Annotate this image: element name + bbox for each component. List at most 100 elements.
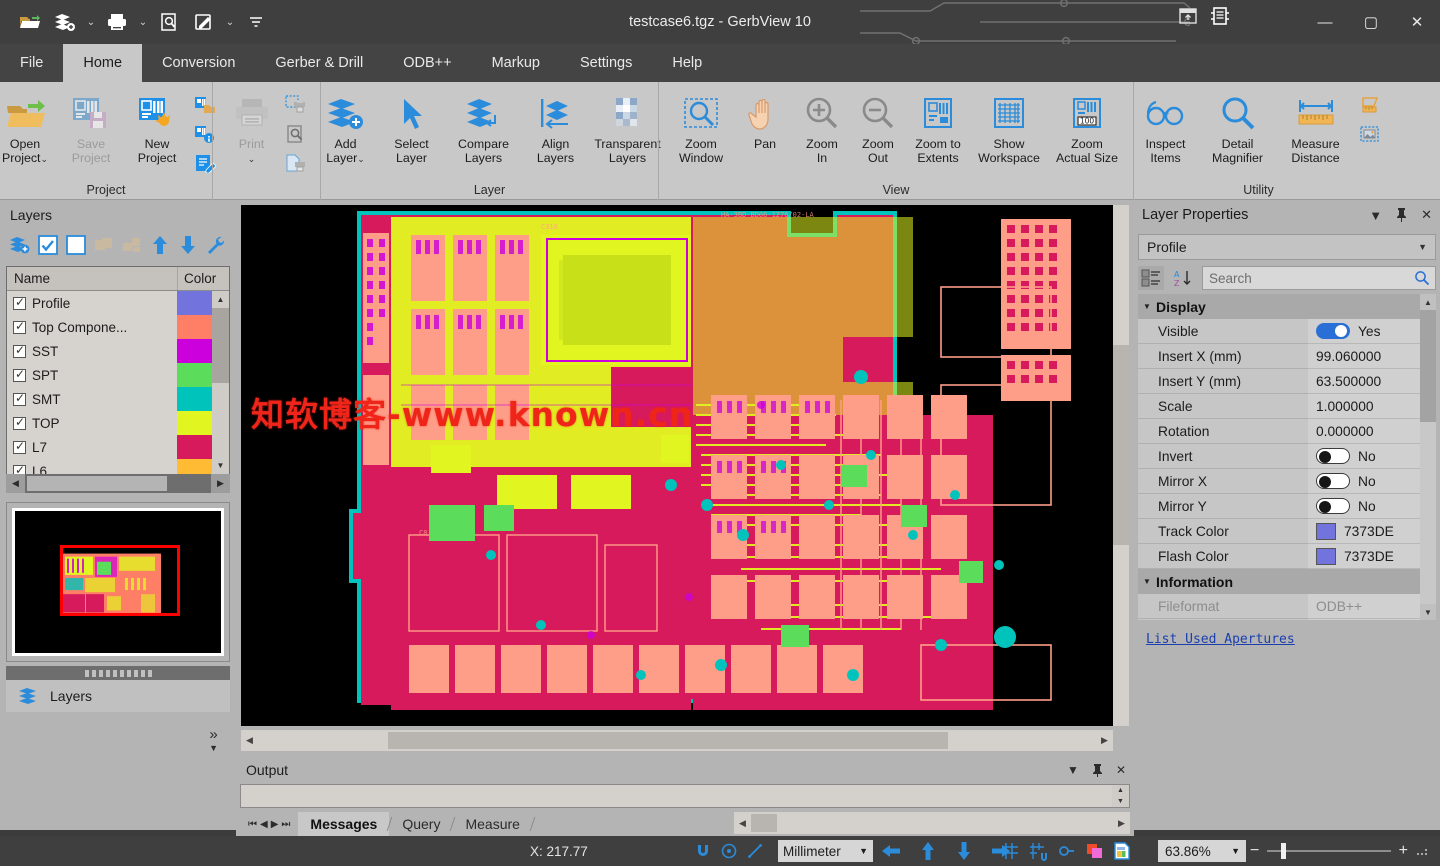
categorize-icon[interactable] bbox=[1138, 266, 1164, 290]
property-vertical-scrollbar[interactable]: ▲ ▼ bbox=[1420, 294, 1436, 620]
table-row[interactable]: L6 bbox=[7, 459, 229, 474]
nav-first-icon[interactable]: ⏮ bbox=[248, 819, 257, 830]
ribbon-display-options-icon[interactable] bbox=[1178, 7, 1198, 25]
measure-distance-button[interactable]: Measure Distance bbox=[1277, 87, 1355, 173]
property-value[interactable]: 63.500000 bbox=[1308, 369, 1436, 394]
property-row-visible[interactable]: Visible Yes bbox=[1138, 319, 1436, 344]
nav-prev-icon[interactable]: ◀ bbox=[260, 819, 268, 830]
layer-visible-checkbox[interactable] bbox=[13, 415, 26, 430]
hide-all-layers-icon[interactable] bbox=[64, 233, 88, 257]
tab-settings[interactable]: Settings bbox=[560, 44, 652, 82]
property-row-rotation[interactable]: Rotation 0.000000 bbox=[1138, 419, 1436, 444]
property-section-information[interactable]: ▼ Information bbox=[1138, 569, 1436, 594]
zoom-to-extents-button[interactable]: Zoom to Extents bbox=[906, 87, 970, 173]
arrow-left-icon[interactable] bbox=[880, 841, 902, 861]
chevron-down-icon[interactable]: ▼ bbox=[859, 846, 868, 856]
collapse-triangle-icon[interactable]: ▼ bbox=[1138, 302, 1156, 311]
property-value[interactable]: No bbox=[1308, 469, 1436, 494]
close-button[interactable]: ✕ bbox=[1394, 0, 1440, 44]
print-to-file-icon[interactable] bbox=[281, 149, 311, 176]
chevron-down-icon[interactable]: ⌄ bbox=[84, 6, 98, 38]
transparent-layers-button[interactable]: Transparent Layers bbox=[589, 87, 667, 173]
table-row[interactable]: Profile bbox=[7, 291, 229, 315]
output-horizontal-scrollbar[interactable]: ◀ ▶ bbox=[734, 812, 1130, 834]
property-value[interactable]: Yes bbox=[1308, 319, 1436, 344]
table-row[interactable]: L7 bbox=[7, 435, 229, 459]
zoom-slider[interactable]: − + bbox=[1250, 836, 1430, 866]
scroll-right-icon[interactable]: ▶ bbox=[211, 474, 230, 493]
open-project-icon[interactable] bbox=[14, 6, 46, 38]
add-layer-icon[interactable] bbox=[49, 6, 81, 38]
table-row[interactable]: TOP bbox=[7, 411, 229, 435]
list-used-apertures-link[interactable]: List Used Apertures bbox=[1138, 624, 1436, 654]
pcb-canvas[interactable]: HA-3BD-BD06-1276/02-LA C310 C8 知软博客-www.… bbox=[241, 205, 1113, 726]
print-preview-icon[interactable] bbox=[153, 6, 185, 38]
markup-icon[interactable] bbox=[188, 6, 220, 38]
zoom-slider-thumb[interactable] bbox=[1281, 843, 1287, 859]
panel-resize-grip[interactable] bbox=[6, 666, 230, 680]
property-row-track-color[interactable]: Track Color 7373DE bbox=[1138, 519, 1436, 544]
search-icon[interactable] bbox=[1414, 270, 1430, 286]
property-value[interactable]: No bbox=[1308, 494, 1436, 519]
close-icon[interactable]: ✕ bbox=[1421, 207, 1432, 223]
nav-last-icon[interactable]: ⏭ bbox=[281, 819, 290, 830]
tab-help[interactable]: Help bbox=[652, 44, 722, 82]
chevron-down-icon[interactable]: ⌄ bbox=[248, 154, 256, 164]
save-project-button[interactable]: Save Project bbox=[58, 87, 124, 173]
tab-conversion[interactable]: Conversion bbox=[142, 44, 255, 82]
viewport-indicator[interactable] bbox=[60, 545, 180, 617]
flash-color-swatch[interactable] bbox=[1316, 547, 1336, 565]
collapse-triangle-icon[interactable]: ▼ bbox=[1138, 577, 1156, 586]
bottom-tab-layers[interactable]: Layers bbox=[6, 680, 230, 712]
layer-visible-checkbox[interactable] bbox=[13, 463, 26, 474]
layer-preview-icon[interactable] bbox=[1112, 841, 1134, 861]
scrollbar-thumb[interactable] bbox=[27, 476, 167, 491]
pan-button[interactable]: Pan bbox=[736, 87, 794, 173]
tab-measure[interactable]: Measure bbox=[453, 812, 531, 836]
scroll-left-icon[interactable]: ◀ bbox=[734, 812, 751, 834]
arrow-down-icon[interactable] bbox=[954, 840, 974, 862]
close-icon[interactable]: ✕ bbox=[1116, 763, 1126, 777]
compare-layers-button[interactable]: Compare Layers bbox=[445, 87, 523, 173]
zoom-level-dropdown[interactable]: 63.86% ▼ bbox=[1158, 840, 1246, 862]
scroll-up-icon[interactable]: ▲ bbox=[1112, 785, 1129, 796]
visible-toggle[interactable] bbox=[1316, 323, 1350, 339]
zoom-out-button[interactable]: − bbox=[1250, 842, 1259, 860]
zoom-slider-track[interactable] bbox=[1267, 843, 1391, 859]
print-selection-icon[interactable] bbox=[281, 91, 311, 118]
scroll-right-icon[interactable]: ▶ bbox=[1096, 730, 1113, 751]
document-view-icon[interactable] bbox=[1210, 6, 1230, 26]
layer-visible-checkbox[interactable] bbox=[13, 295, 26, 310]
search-input[interactable]: Search bbox=[1202, 266, 1436, 290]
tab-home[interactable]: Home bbox=[63, 44, 143, 82]
scroll-right-icon[interactable]: ▶ bbox=[1113, 812, 1130, 834]
print-button[interactable]: Print ⌄ bbox=[223, 87, 281, 173]
scroll-up-icon[interactable]: ▲ bbox=[1420, 294, 1436, 310]
chevron-down-icon[interactable]: ▼ bbox=[1418, 242, 1427, 252]
collapse-icon[interactable]: ▼ bbox=[1067, 763, 1079, 777]
split-layers-icon[interactable] bbox=[120, 233, 144, 257]
property-value[interactable]: 99.060000 bbox=[1308, 344, 1436, 369]
scrollbar-thumb[interactable] bbox=[212, 308, 229, 383]
chevron-down-icon[interactable]: ⌄ bbox=[41, 154, 49, 164]
detail-magnifier-button[interactable]: Detail Magnifier bbox=[1199, 87, 1277, 173]
scroll-down-icon[interactable]: ▼ bbox=[212, 457, 229, 474]
table-row[interactable]: SPT bbox=[7, 363, 229, 387]
add-layer-button[interactable]: Add Layer⌄ bbox=[313, 87, 379, 173]
tab-odbpp[interactable]: ODB++ bbox=[383, 44, 471, 82]
chevron-down-icon[interactable]: ⌄ bbox=[223, 6, 237, 38]
output-spinner[interactable]: ▲ ▼ bbox=[1112, 785, 1129, 807]
layers-horizontal-scrollbar[interactable]: ◀ ▶ bbox=[6, 474, 230, 493]
chevron-down-icon[interactable]: ⌄ bbox=[136, 6, 150, 38]
table-row[interactable]: SST bbox=[7, 339, 229, 363]
scroll-up-icon[interactable]: ▲ bbox=[212, 291, 229, 308]
inspect-items-button[interactable]: Inspect Items bbox=[1133, 87, 1199, 173]
scrollbar-thumb[interactable] bbox=[1113, 345, 1129, 545]
print-icon[interactable] bbox=[101, 6, 133, 38]
print-preview-icon[interactable] bbox=[281, 120, 311, 147]
property-row-insert-x[interactable]: Insert X (mm) 99.060000 bbox=[1138, 344, 1436, 369]
chevron-down-icon[interactable]: ⌄ bbox=[357, 154, 365, 164]
minimize-button[interactable]: — bbox=[1302, 0, 1348, 44]
snap-line-icon[interactable] bbox=[742, 837, 768, 865]
layer-visible-checkbox[interactable] bbox=[13, 367, 26, 382]
